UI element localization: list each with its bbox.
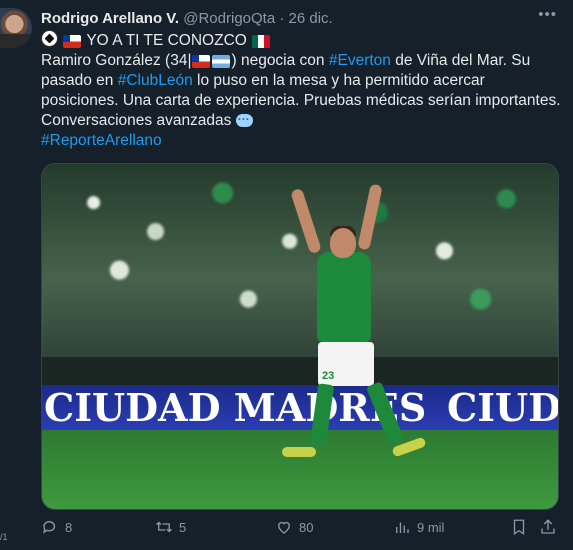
text-segment: de Viña del Mar. Su bbox=[390, 52, 531, 69]
player-figure: 23 bbox=[42, 164, 558, 509]
text-line-4: Conversaciones avanzadas bbox=[41, 109, 561, 131]
tweet-date[interactable]: 26 dic. bbox=[289, 10, 333, 27]
reply-icon bbox=[42, 521, 56, 534]
action-bar: 8 5 80 9 mil bbox=[41, 518, 563, 540]
tweet-text: YO A TI TE CONOZCO Ramiro González (34|)… bbox=[41, 30, 561, 151]
page-indicator: /1 bbox=[0, 532, 8, 542]
argentina-flag-icon bbox=[212, 55, 231, 68]
separator: · bbox=[279, 10, 285, 27]
soccer-ball-icon bbox=[41, 30, 58, 47]
speech-bubble-icon bbox=[235, 109, 253, 129]
bookmark-icon bbox=[513, 519, 525, 536]
display-name[interactable]: Rodrigo Arellano V. bbox=[41, 10, 179, 27]
more-icon[interactable]: ••• bbox=[538, 6, 557, 23]
text-line-1: Ramiro González (34| ) negocia con #Evert… bbox=[41, 51, 561, 71]
reportearellano-hashtag-link[interactable]: #ReporteArellano bbox=[41, 131, 561, 151]
headline-line: YO A TI TE CONOZCO bbox=[41, 30, 561, 51]
views-button[interactable]: 9 mil bbox=[393, 518, 444, 536]
shorts-number: 23 bbox=[322, 370, 335, 382]
reply-button[interactable]: 8 bbox=[41, 518, 72, 536]
tweet-header: Rodrigo Arellano V. @RodrigoQta · 26 dic… bbox=[41, 10, 573, 28]
avatar[interactable] bbox=[0, 8, 32, 48]
retweet-button[interactable]: 5 bbox=[155, 518, 186, 536]
text-segment: pasado en bbox=[41, 72, 118, 89]
chile-flag-icon bbox=[192, 55, 211, 68]
everton-hashtag-link[interactable]: #Everton bbox=[329, 52, 391, 69]
tweet-photo[interactable]: CIUDAD MADRES CIUD 23 bbox=[41, 163, 559, 510]
mexico-flag-icon bbox=[252, 35, 271, 48]
clubleon-hashtag-link[interactable]: #ClubLeón bbox=[118, 72, 193, 89]
views-count: 9 mil bbox=[417, 519, 445, 535]
text-segment: Ramiro González (34| bbox=[41, 52, 192, 69]
like-count: 80 bbox=[299, 519, 314, 535]
reply-count: 8 bbox=[65, 519, 73, 535]
text-segment: Conversaciones avanzadas bbox=[41, 112, 232, 129]
headline-text: YO A TI TE CONOZCO bbox=[86, 32, 247, 49]
text-segment: lo puso en la mesa y ha permitido acerca… bbox=[192, 72, 485, 89]
text-segment: ) negocia con bbox=[231, 52, 329, 69]
share-icon bbox=[541, 519, 555, 534]
text-line-2: pasado en #ClubLeón lo puso en la mesa y… bbox=[41, 71, 561, 91]
views-icon bbox=[396, 522, 409, 533]
retweet-icon bbox=[156, 521, 172, 533]
share-button[interactable] bbox=[539, 518, 557, 536]
user-handle[interactable]: @RodrigoQta bbox=[183, 10, 275, 27]
like-icon bbox=[278, 521, 290, 534]
like-button[interactable]: 80 bbox=[275, 518, 313, 536]
retweet-count: 5 bbox=[179, 519, 187, 535]
bookmark-button[interactable] bbox=[510, 518, 528, 536]
text-line-3: posiciones. Una carta de experiencia. Pr… bbox=[41, 92, 561, 109]
chile-flag-icon bbox=[63, 35, 82, 48]
